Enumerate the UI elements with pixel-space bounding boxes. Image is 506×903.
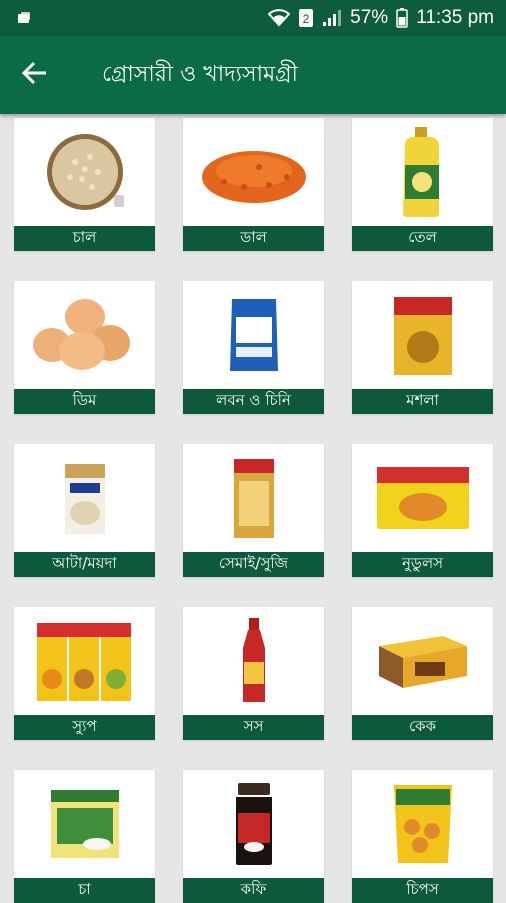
battery-icon	[396, 8, 408, 28]
eggs-icon	[14, 281, 155, 389]
status-bar: 2 57% 11:35 pm	[0, 0, 506, 36]
category-label: চা	[14, 878, 155, 903]
category-label: লবন ও চিনি	[183, 389, 324, 414]
category-card-cake[interactable]: কেক	[352, 607, 493, 740]
category-card-semai[interactable]: সেমাই/সুজি	[183, 444, 324, 577]
spice-pack-icon	[352, 281, 493, 389]
signal-icon	[322, 9, 342, 27]
category-label: সেমাই/সুজি	[183, 552, 324, 577]
tea-pack-icon	[14, 770, 155, 878]
category-card-tea[interactable]: চা	[14, 770, 155, 903]
flour-pack-icon	[14, 444, 155, 552]
category-label: নুডুলস	[352, 552, 493, 577]
arrow-left-icon	[21, 60, 48, 90]
sim-icon: 2	[298, 8, 314, 28]
rice-icon	[14, 118, 155, 226]
app-bar: গ্রোসারী ও খাদ্যসামগ্রী	[0, 36, 506, 114]
category-label: ডিম	[14, 389, 155, 414]
category-label: ডাল	[183, 226, 324, 251]
category-card-salt-sugar[interactable]: লবন ও চিনি	[183, 281, 324, 414]
cake-box-icon	[352, 607, 493, 715]
category-label: কফি	[183, 878, 324, 903]
category-card-coffee[interactable]: কফি	[183, 770, 324, 903]
status-time: 11:35 pm	[416, 7, 494, 28]
category-card-sauce[interactable]: সস	[183, 607, 324, 740]
category-label: আটা/ময়দা	[14, 552, 155, 577]
category-card-rice[interactable]: চাল	[14, 118, 155, 251]
category-card-eggs[interactable]: ডিম	[14, 281, 155, 414]
notification-icon	[16, 10, 32, 26]
category-label: চাল	[14, 226, 155, 251]
lentil-icon	[183, 118, 324, 226]
soup-packs-icon	[14, 607, 155, 715]
category-label: স্যুপ	[14, 715, 155, 740]
category-label: কেক	[352, 715, 493, 740]
coffee-jar-icon	[183, 770, 324, 878]
battery-percent: 57%	[350, 7, 389, 28]
page-title: গ্রোসারী ও খাদ্যসামগ্রী	[102, 61, 298, 87]
svg-text:2: 2	[303, 12, 310, 26]
wifi-icon	[268, 9, 291, 27]
semai-pack-icon	[183, 444, 324, 552]
category-label: মশলা	[352, 389, 493, 414]
category-card-flour[interactable]: আটা/ময়দা	[14, 444, 155, 577]
category-label: তেল	[352, 226, 493, 251]
salt-pack-icon	[183, 281, 324, 389]
category-card-spices[interactable]: মশলা	[352, 281, 493, 414]
category-grid: চাল ডাল তেল ডিম লবন ও চিনি মশলা আটা/ময়দ…	[14, 118, 494, 903]
category-card-chips[interactable]: চিপস	[352, 770, 493, 903]
category-label: সস	[183, 715, 324, 740]
oil-bottle-icon	[352, 118, 493, 226]
noodles-pack-icon	[352, 444, 493, 552]
category-label: চিপস	[352, 878, 493, 903]
back-button[interactable]	[0, 36, 70, 114]
category-card-lentil[interactable]: ডাল	[183, 118, 324, 251]
chips-pack-icon	[352, 770, 493, 878]
category-card-soup[interactable]: স্যুপ	[14, 607, 155, 740]
category-card-noodles[interactable]: নুডুলস	[352, 444, 493, 577]
sauce-bottle-icon	[183, 607, 324, 715]
category-card-oil[interactable]: তেল	[352, 118, 493, 251]
